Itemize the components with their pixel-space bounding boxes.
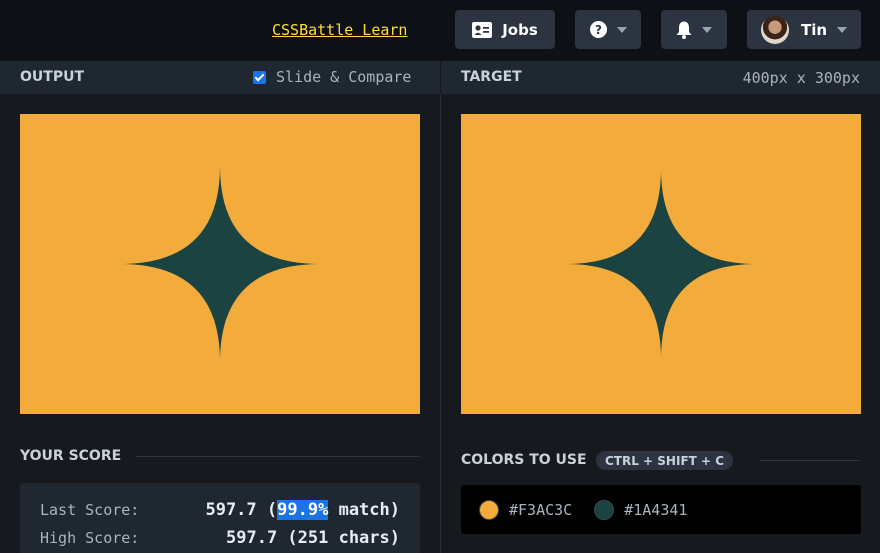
score-divider — [136, 456, 420, 457]
last-score-number: 597.7 — [205, 500, 257, 520]
colors-title: COLORS TO USE — [461, 452, 587, 468]
avatar — [760, 15, 789, 44]
jobs-label: Jobs — [502, 20, 538, 39]
notifications-button[interactable] — [661, 10, 727, 49]
top-nav: CSSBattle Learn Jobs ? Tin — [0, 0, 880, 61]
color-dot — [479, 499, 499, 520]
output-canvas[interactable] — [20, 114, 420, 414]
score-box: Last Score: 597.7 (99.9% match) High Sco… — [20, 483, 420, 553]
last-score-label: Last Score: — [40, 501, 140, 519]
target-panel-header: TARGET 400px x 300px — [441, 61, 880, 94]
color-swatch[interactable]: #F3AC3C — [479, 499, 573, 520]
match-percent[interactable]: 99.9% — [277, 500, 329, 520]
bell-icon — [676, 21, 692, 39]
copy-colors-shortcut: CTRL + SHIFT + C — [596, 451, 734, 470]
color-dot — [594, 499, 615, 520]
output-title: OUTPUT — [20, 69, 84, 85]
slide-compare-checkbox[interactable] — [253, 70, 266, 84]
slide-compare-label: Slide & Compare — [276, 68, 412, 86]
color-hex: #1A4341 — [624, 500, 688, 519]
colors-palette: #F3AC3C #1A4341 — [461, 485, 861, 534]
question-circle-icon: ? — [589, 21, 607, 38]
color-hex: #F3AC3C — [509, 500, 573, 519]
user-menu-button[interactable]: Tin — [747, 10, 861, 49]
chevron-down-icon — [837, 26, 848, 33]
output-panel-header: OUTPUT Slide & Compare — [0, 61, 440, 94]
colors-divider — [760, 460, 860, 461]
id-card-icon — [472, 21, 493, 38]
target-dimensions: 400px x 300px — [742, 69, 860, 87]
score-title: YOUR SCORE — [20, 448, 122, 464]
learn-link[interactable]: CSSBattle Learn — [272, 21, 407, 39]
last-score-value: 597.7 (99.9% match) — [205, 500, 400, 520]
chevron-down-icon — [702, 26, 712, 33]
high-score-label: High Score: — [40, 529, 140, 547]
jobs-button[interactable]: Jobs — [455, 10, 555, 49]
target-canvas — [461, 114, 861, 414]
match-suffix: match) — [338, 500, 400, 520]
chevron-down-icon — [616, 26, 627, 33]
slide-compare-toggle[interactable]: Slide & Compare — [253, 68, 411, 86]
target-star-shape — [566, 169, 756, 359]
output-star-shape — [120, 166, 320, 362]
help-menu-button[interactable]: ? — [575, 10, 641, 49]
panel-divider[interactable] — [440, 94, 441, 553]
target-title: TARGET — [461, 69, 522, 85]
high-score-value: 597.7 (251 chars) — [226, 528, 400, 548]
svg-text:?: ? — [595, 23, 602, 37]
color-swatch[interactable]: #1A4341 — [594, 499, 688, 520]
user-name: Tin — [800, 20, 828, 39]
